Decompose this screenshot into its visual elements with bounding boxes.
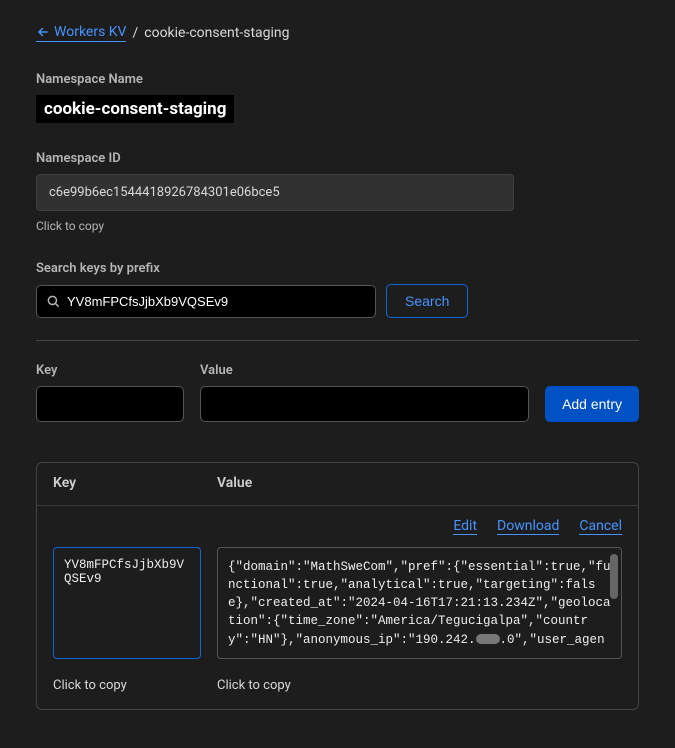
namespace-id-value[interactable]: c6e99b6ec1544418926784301e06bce5 <box>36 174 514 211</box>
edit-link[interactable]: Edit <box>453 518 477 535</box>
results-body: Edit Download Cancel YV8mFPCfsJjbXb9VQSE… <box>37 506 638 709</box>
value-scrollbar[interactable] <box>610 554 618 599</box>
divider <box>36 340 639 341</box>
copy-hints-row: Click to copy Click to copy <box>53 677 622 693</box>
result-key-display[interactable]: YV8mFPCfsJjbXb9VQSEv9 <box>53 547 201 659</box>
breadcrumb-back-link[interactable]: Workers KV <box>36 24 126 42</box>
breadcrumb: Workers KV / cookie-consent-staging <box>36 24 639 42</box>
search-input[interactable] <box>36 285 376 318</box>
col-header-value: Value <box>217 475 622 491</box>
add-value-label: Value <box>200 363 529 378</box>
result-row: YV8mFPCfsJjbXb9VQSEv9 {"domain":"MathSwe… <box>53 547 622 659</box>
search-input-wrap <box>36 285 376 318</box>
results-header: Key Value <box>37 463 638 506</box>
search-icon <box>46 294 60 308</box>
result-value-display[interactable]: {"domain":"MathSweCom","pref":{"essentia… <box>217 547 622 659</box>
namespace-name-label: Namespace Name <box>36 72 639 87</box>
add-key-input[interactable] <box>36 386 184 422</box>
search-button[interactable]: Search <box>386 284 468 318</box>
breadcrumb-back-label: Workers KV <box>54 24 126 40</box>
add-key-label: Key <box>36 363 184 378</box>
cancel-link[interactable]: Cancel <box>579 518 622 535</box>
namespace-name-value: cookie-consent-staging <box>36 95 234 123</box>
arrow-left-icon <box>36 25 50 39</box>
namespace-id-copy-hint[interactable]: Click to copy <box>36 219 639 233</box>
add-value-input[interactable] <box>200 386 529 422</box>
search-label: Search keys by prefix <box>36 261 639 276</box>
result-actions: Edit Download Cancel <box>53 518 622 535</box>
result-value-content: {"domain":"MathSweCom","pref":{"essentia… <box>228 558 613 648</box>
key-copy-hint[interactable]: Click to copy <box>53 678 127 693</box>
add-entry-button[interactable]: Add entry <box>545 386 639 422</box>
namespace-id-label: Namespace ID <box>36 151 639 166</box>
download-link[interactable]: Download <box>497 518 559 535</box>
add-entry-row: Key Value Add entry <box>36 363 639 422</box>
results-panel: Key Value Edit Download Cancel YV8mFPCfs… <box>36 462 639 710</box>
breadcrumb-separator: / <box>132 25 138 41</box>
value-copy-hint[interactable]: Click to copy <box>217 678 291 693</box>
search-row: Search <box>36 284 639 318</box>
redacted-ip-octet <box>476 634 500 644</box>
col-header-key: Key <box>53 475 217 491</box>
breadcrumb-current: cookie-consent-staging <box>144 25 289 41</box>
